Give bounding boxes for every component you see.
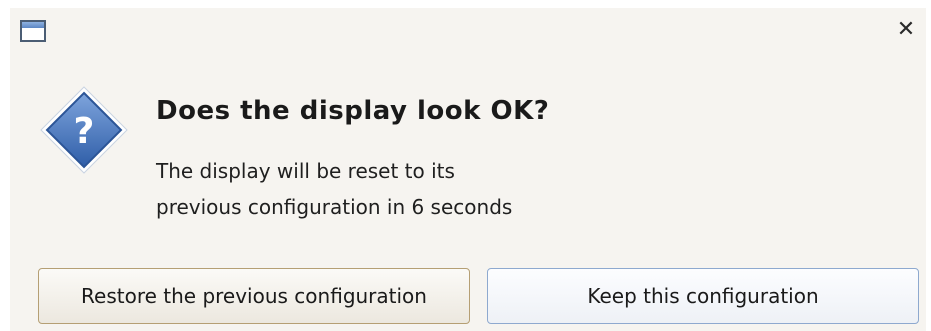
left-edge bbox=[0, 0, 10, 331]
dialog-message-line-2: previous configuration in 6 seconds bbox=[156, 195, 513, 219]
dialog-heading: Does the display look OK? bbox=[156, 96, 550, 126]
question-icon: ? bbox=[40, 86, 128, 174]
keep-configuration-button[interactable]: Keep this configuration bbox=[487, 268, 919, 324]
restore-configuration-button[interactable]: Restore the previous configuration bbox=[38, 268, 470, 324]
dialog-message: The display will be reset to its previou… bbox=[156, 153, 512, 225]
display-confirmation-dialog: ✕ ? Does the display look OK? The displa… bbox=[0, 0, 931, 331]
dialog-message-line-1: The display will be reset to its bbox=[156, 159, 455, 183]
window-icon bbox=[20, 20, 46, 42]
question-mark: ? bbox=[74, 111, 95, 152]
right-edge bbox=[926, 0, 931, 331]
close-icon[interactable]: ✕ bbox=[895, 19, 917, 41]
top-edge bbox=[0, 0, 931, 8]
window-icon-titlebar bbox=[22, 22, 44, 28]
